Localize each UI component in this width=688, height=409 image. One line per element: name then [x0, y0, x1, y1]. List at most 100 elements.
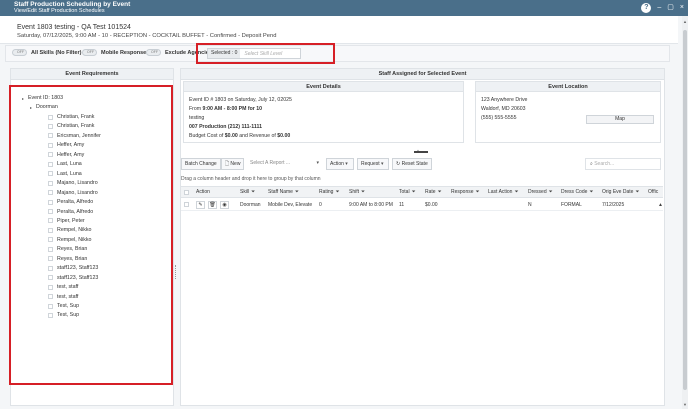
row-checkbox[interactable]: [184, 202, 189, 207]
details-line-2: From 9:00 AM - 8:00 PM for 10: [189, 106, 263, 112]
column-header[interactable]: Dress Code ⏷: [561, 189, 593, 195]
minimize-icon[interactable]: –: [657, 4, 661, 12]
filter-icon[interactable]: ⏷: [251, 189, 255, 195]
window-title: Staff Production Scheduling by Event: [14, 1, 131, 8]
report-select[interactable]: Select A Report ... ▾: [247, 158, 321, 170]
action-menu-button[interactable]: Action ▾: [326, 158, 354, 170]
location-phone: (555) 555-5555: [481, 115, 517, 121]
search-icon: ⌕: [590, 161, 593, 167]
scroll-up-arrow-icon[interactable]: ▲: [683, 19, 687, 24]
column-header-label: Dressed: [528, 189, 547, 195]
location-address-2: Waldorf, MD 20603: [481, 106, 526, 112]
column-header-label: Dress Code: [561, 189, 588, 195]
panel-splitter[interactable]: [175, 265, 177, 279]
filter-bar: OFF All Skills (No Filter) OFF Mobile Re…: [5, 45, 670, 62]
event-details-box: Event Details Event ID # 1803 on Saturda…: [183, 81, 464, 143]
delete-icon[interactable]: 🗑: [208, 201, 217, 209]
new-doc-icon: 🗋: [225, 161, 230, 167]
event-details-title: Event Details: [184, 82, 463, 92]
reset-state-button[interactable]: ↻ Reset State: [392, 158, 432, 170]
exclude-agencies-toggle[interactable]: OFF: [146, 49, 161, 56]
view-icon[interactable]: ◉: [220, 201, 229, 209]
cell-orig-date: 7/12/2025: [602, 202, 625, 208]
filter-icon[interactable]: ⏷: [438, 189, 442, 195]
chevron-down-icon: ▾: [345, 161, 348, 167]
filter-icon[interactable]: ⏷: [549, 189, 553, 195]
highlight-box-requirements: [9, 85, 173, 385]
details-line-1: Event ID # 1803 on Saturday, July 12, 02…: [189, 97, 292, 103]
all-skills-toggle[interactable]: OFF: [12, 49, 27, 56]
select-all-checkbox[interactable]: [184, 190, 189, 195]
request-menu-button[interactable]: Request ▾: [357, 158, 389, 170]
assigned-staff-title: Staff Assigned for Selected Event: [181, 69, 664, 80]
cell-rate: $0.00: [425, 202, 438, 208]
refresh-icon: ↻: [396, 161, 401, 167]
column-header[interactable]: Offic: [648, 189, 658, 195]
mobile-responses-label: Mobile Responses: [101, 49, 150, 56]
filter-icon[interactable]: ⏷: [635, 189, 639, 195]
window-scrollbar[interactable]: ▲ ▼: [682, 16, 688, 409]
location-address-1: 123 Anywhere Drive: [481, 97, 528, 103]
restore-icon[interactable]: ▢: [667, 4, 674, 12]
batch-change-button[interactable]: Batch Change: [181, 158, 221, 170]
filter-icon[interactable]: ⏷: [476, 189, 480, 195]
cell-rating: 0: [319, 202, 322, 208]
cell-staff-name: Mobile Dev, Elevate: [268, 202, 313, 208]
mobile-responses-toggle[interactable]: OFF: [82, 49, 97, 56]
table-row[interactable]: ✎ 🗑 ◉ Doorman Mobile Dev, Elevate 0 9:00…: [181, 199, 663, 211]
filter-icon[interactable]: ⏷: [589, 189, 593, 195]
column-header-label: Action: [196, 189, 210, 195]
cell-dress-code: FORMAL: [561, 202, 582, 208]
cell-total: 11: [399, 202, 405, 208]
column-header[interactable]: Shift ⏷: [349, 189, 365, 195]
group-by-hint: Drag a column header and drop it here to…: [181, 176, 321, 182]
column-header-label: Staff Name: [268, 189, 293, 195]
column-header-label: Rate: [425, 189, 436, 195]
event-location-title: Event Location: [476, 82, 660, 92]
highlight-box-skill-select: [196, 43, 335, 64]
help-icon[interactable]: ?: [641, 3, 652, 13]
title-bar: Staff Production Scheduling by Event Vie…: [0, 0, 688, 16]
event-datetime: Saturday, 07/12/2025, 9:00 AM - 10 - REC…: [17, 33, 277, 39]
column-header-label: Total: [399, 189, 410, 195]
column-header[interactable]: Action: [196, 189, 210, 195]
grid-header: Action Skill ⏷ Staff Name ⏷ Rating ⏷ Shift ⏷ Tota…: [181, 186, 663, 198]
details-line-4: 007 Production (212) 111-1111: [189, 124, 262, 130]
details-budget: Budget Cost of $0.00 and Revenue of $0.0…: [189, 133, 291, 139]
scroll-up-icon[interactable]: ▲: [658, 202, 663, 208]
column-header[interactable]: Skill ⏷: [240, 189, 255, 195]
new-button[interactable]: 🗋 New: [221, 158, 245, 170]
filter-icon[interactable]: ⏷: [361, 189, 365, 195]
column-header-label: Offic: [648, 189, 659, 195]
column-header[interactable]: Rating ⏷: [319, 189, 339, 195]
column-header[interactable]: Dressed ⏷: [528, 189, 553, 195]
filter-icon[interactable]: ⏷: [412, 189, 416, 195]
column-header-label: Last Action: [488, 189, 513, 195]
cell-dressed: N: [528, 202, 532, 208]
column-header[interactable]: Orig Eve Date ⏷: [602, 189, 639, 195]
map-button[interactable]: Map: [586, 115, 654, 124]
column-header-label: Response: [451, 189, 474, 195]
grid-search-input[interactable]: ⌕ Search...: [585, 158, 661, 170]
column-header[interactable]: Total ⏷: [399, 189, 416, 195]
chevron-down-icon: ▾: [316, 160, 319, 166]
filter-icon[interactable]: ⏷: [335, 189, 339, 195]
event-title: Event 1803 testing - QA Test 101524: [17, 24, 131, 31]
close-icon[interactable]: ×: [680, 4, 684, 12]
edit-icon[interactable]: ✎: [196, 201, 205, 209]
filter-icon[interactable]: ⏷: [295, 189, 299, 195]
pane-divider[interactable]: [414, 151, 428, 153]
all-skills-label: All Skills (No Filter): [31, 49, 82, 56]
scroll-down-arrow-icon[interactable]: ▼: [683, 402, 687, 407]
filter-icon[interactable]: ⏷: [514, 189, 518, 195]
cell-shift: 9:00 AM to 8:00 PM: [349, 202, 393, 208]
event-location-box: Event Location 123 Anywhere Drive Waldor…: [475, 81, 661, 143]
column-header[interactable]: Last Action ⏷: [488, 189, 518, 195]
column-header-label: Skill: [240, 189, 250, 195]
column-header[interactable]: Rate ⏷: [425, 189, 442, 195]
column-header-label: Rating: [319, 189, 334, 195]
scrollbar-thumb[interactable]: [683, 30, 687, 390]
column-header-label: Shift: [349, 189, 360, 195]
column-header[interactable]: Response ⏷: [451, 189, 480, 195]
column-header[interactable]: Staff Name ⏷: [268, 189, 299, 195]
